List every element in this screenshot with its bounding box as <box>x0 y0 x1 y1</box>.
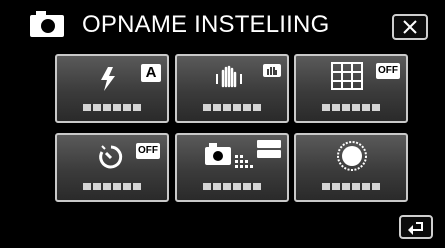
grid-status-badge: OFF <box>376 63 400 79</box>
tile-image-stabilizer[interactable] <box>175 54 289 123</box>
tile-value-placeholder <box>177 183 287 190</box>
close-icon <box>403 20 417 34</box>
back-button[interactable] <box>399 215 433 239</box>
tile-image-size[interactable] <box>175 133 289 202</box>
flash-icon <box>101 67 115 91</box>
shutter-mode-icon <box>337 141 367 171</box>
tile-value-placeholder <box>57 183 167 190</box>
tile-value-placeholder <box>177 104 287 111</box>
page-title: OPNAME INSTELIING <box>82 11 330 38</box>
stabilizer-mode-icon <box>263 64 281 77</box>
tile-value-placeholder <box>57 104 167 111</box>
back-arrow-icon <box>408 222 423 235</box>
tile-self-timer[interactable]: OFF <box>55 133 169 202</box>
image-size-camera-icon <box>205 140 281 168</box>
self-timer-icon <box>99 145 123 169</box>
tile-grid[interactable]: OFF <box>294 54 408 123</box>
close-button[interactable] <box>392 14 428 40</box>
tile-value-placeholder <box>296 104 406 111</box>
flash-mode-badge: A <box>141 64 161 82</box>
tile-value-placeholder <box>296 183 406 190</box>
header: OPNAME INSTELIING <box>0 0 445 44</box>
grid-icon <box>331 62 363 90</box>
tile-shutter-mode[interactable] <box>294 133 408 202</box>
stabilizer-hand-icon <box>216 65 242 88</box>
self-timer-status-badge: OFF <box>136 143 160 159</box>
camera-icon <box>30 11 68 39</box>
tile-flash[interactable]: A <box>55 54 169 123</box>
